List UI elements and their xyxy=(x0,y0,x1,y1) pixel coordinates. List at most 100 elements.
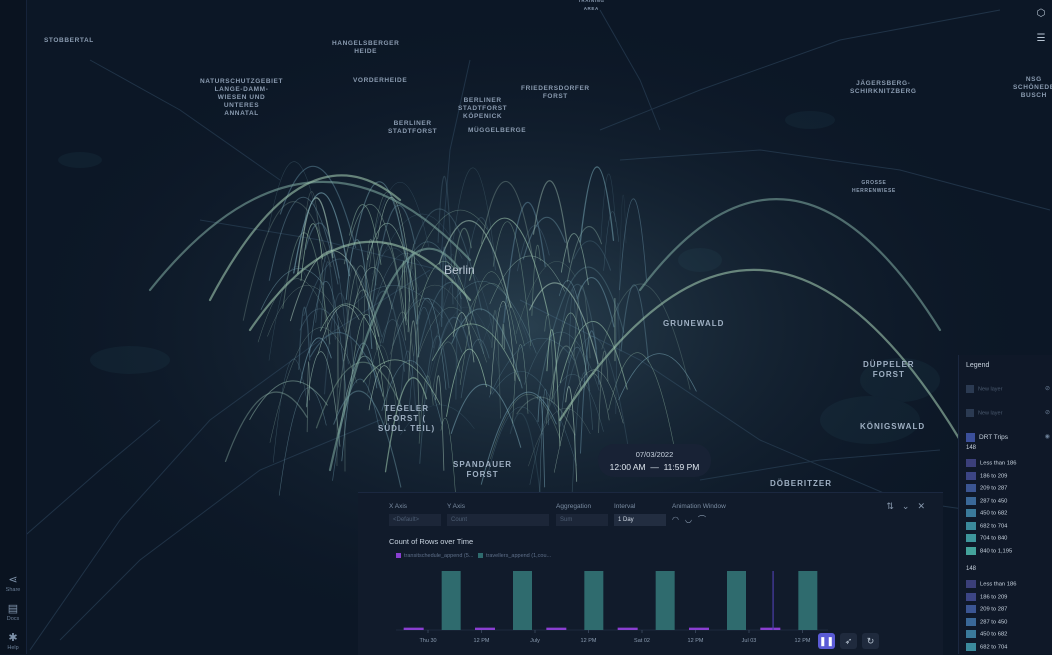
x-tick-label: 12 PM xyxy=(581,638,597,644)
legend-item: 186 to 209 xyxy=(966,472,1007,480)
share-button[interactable]: ⋖ Share xyxy=(2,574,24,593)
legend-hidden-layer-2[interactable]: New layer xyxy=(966,409,1002,417)
help-button[interactable]: ✱ Help xyxy=(2,632,24,651)
left-sidebar: ⋖ Share ▤ Docs ✱ Help xyxy=(0,0,27,654)
layers-panel-icon[interactable]: ☰ xyxy=(1034,33,1048,44)
legend-color-swatch xyxy=(966,497,976,505)
legend-item-label: 287 to 450 xyxy=(980,619,1007,625)
visibility-off-icon[interactable]: ⊘ xyxy=(1045,385,1050,392)
interval-control: Interval 1 Day xyxy=(614,503,666,526)
bar-travellers[interactable] xyxy=(656,571,675,630)
bar-transitschedule[interactable] xyxy=(475,628,495,630)
docs-icon: ▤ xyxy=(2,603,24,615)
x-tick-label: Sat 02 xyxy=(634,638,650,644)
legend-item: Less than 186 xyxy=(966,459,1016,467)
docs-button[interactable]: ▤ Docs xyxy=(2,603,24,622)
pause-button[interactable]: ❚❚ xyxy=(818,633,835,649)
visibility-on-icon[interactable]: ◉ xyxy=(1045,433,1050,440)
legend-hidden-layer-1[interactable]: New layer xyxy=(966,385,1002,393)
bar-travellers[interactable] xyxy=(798,571,817,630)
aggregation-control: Aggregation Sum xyxy=(556,503,608,526)
bar-transitschedule[interactable] xyxy=(404,628,424,630)
legend-color-swatch xyxy=(966,630,976,638)
legend-item: 209 to 287 xyxy=(966,605,1007,613)
map-label-mueggelberge: MÜGGELBERGE xyxy=(468,127,526,135)
map-label-berliner-koepenick: BERLINER STADTFORST KÖPENICK xyxy=(458,97,507,121)
legend-item-label: 682 to 704 xyxy=(980,523,1007,529)
legend-item: 840 to 1,195 xyxy=(966,547,1012,555)
legend-item: 682 to 704 xyxy=(966,522,1007,530)
animation-free-icon[interactable]: ◠ xyxy=(672,515,685,524)
legend-color-swatch xyxy=(966,580,976,588)
legend-item-label: Less than 186 xyxy=(980,461,1016,467)
legend-color-swatch xyxy=(966,472,976,480)
bar-travellers[interactable] xyxy=(513,571,532,630)
x-axis-select[interactable]: <Default> xyxy=(389,514,441,526)
legend-item: 287 to 450 xyxy=(966,497,1007,505)
legend-item: 209 to 287 xyxy=(966,484,1007,492)
legend-color-swatch xyxy=(966,643,976,651)
time-range: 12:00 AM — 11:59 PM xyxy=(598,462,711,472)
layer-icon xyxy=(966,385,974,393)
y-axis-select[interactable]: Count xyxy=(447,514,549,526)
legend-item-label: 682 to 704 xyxy=(980,644,1007,650)
interval-select[interactable]: 1 Day xyxy=(614,514,666,526)
map-label-stobbertal: STOBBERTAL xyxy=(44,37,94,45)
bar-transitschedule[interactable] xyxy=(546,628,566,630)
legend-item-label: 287 to 450 xyxy=(980,498,1007,504)
map-label-training: TRAINING AREA xyxy=(578,0,605,13)
legend-color-swatch xyxy=(966,547,976,555)
map-label-jaegersberg: JÄGERSBERG- SCHIRKNITZBERG xyxy=(850,80,917,96)
time-chart-panel: Thu 3012 PMJuly12 PMSat 0212 PMJul 0312 … xyxy=(358,492,943,655)
x-tick-label: 12 PM xyxy=(795,638,811,644)
x-tick-label: 12 PM xyxy=(474,638,490,644)
bar-travellers[interactable] xyxy=(584,571,603,630)
layer-label: New layer xyxy=(978,386,1002,392)
map-city-label: Berlin xyxy=(444,263,475,277)
map-label-doeberitzer: DÖBERITZER xyxy=(770,479,832,489)
legend-item-label: 186 to 209 xyxy=(980,594,1007,600)
close-icon[interactable]: ✕ xyxy=(917,501,933,511)
help-label: Help xyxy=(2,645,24,651)
animation-incremental-icon[interactable]: ◡ xyxy=(685,515,698,524)
legend-item-label: 840 to 1,195 xyxy=(980,548,1012,554)
bar-transitschedule[interactable] xyxy=(618,628,638,630)
bar-travellers[interactable] xyxy=(442,571,461,630)
sort-icon[interactable]: ⇅ xyxy=(886,501,902,511)
legend-color-swatch xyxy=(966,459,976,467)
bar-travellers[interactable] xyxy=(727,571,746,630)
refresh-icon: ↻ xyxy=(867,636,875,646)
bar-transitschedule[interactable] xyxy=(760,628,780,630)
docs-label: Docs xyxy=(2,616,24,622)
loop-button[interactable]: ↻ xyxy=(862,633,879,649)
rocket-icon: ➶ xyxy=(845,636,853,646)
legend-item: 704 to 840 xyxy=(966,534,1007,542)
share-icon: ⋖ xyxy=(2,574,24,586)
legend-panel: Legend New layer ⊘ New layer ⊘ DRT Trips… xyxy=(958,355,1052,654)
chart-legend: transitschedule_append (5... travellers_… xyxy=(396,553,551,559)
legend-label-series-1: transitschedule_append (5... xyxy=(404,553,473,559)
time-end: 11:59 PM xyxy=(664,462,700,472)
legend-item: 450 to 682 xyxy=(966,509,1007,517)
map-label-grunewald: GRUNEWALD xyxy=(663,319,724,329)
cube-icon[interactable]: ⬡ xyxy=(1034,8,1048,19)
legend-item: 287 to 450 xyxy=(966,618,1007,626)
visibility-off-icon[interactable]: ⊘ xyxy=(1045,409,1050,416)
bar-transitschedule[interactable] xyxy=(689,628,709,630)
aggregation-select[interactable]: Sum xyxy=(556,514,608,526)
help-icon: ✱ xyxy=(2,632,24,644)
animation-interval-icon[interactable]: ⌒ xyxy=(698,515,712,524)
legend-item-label: 704 to 840 xyxy=(980,536,1007,542)
y-axis-control: Y Axis Count xyxy=(447,503,549,526)
legend-color-swatch xyxy=(966,534,976,542)
map-label-hangelsberger: HANGELSBERGER HEIDE xyxy=(332,40,399,56)
x-tick-label: July xyxy=(530,638,540,644)
animation-window-label: Animation Window xyxy=(672,503,742,510)
legend-color-swatch xyxy=(966,618,976,626)
collapse-icon[interactable]: ⌄ xyxy=(902,501,918,511)
map-label-dueppeler: DÜPPELER FORST xyxy=(863,360,915,380)
map-label-grosse: GROSSE HERRENWIESE xyxy=(852,179,896,195)
share-label: Share xyxy=(2,587,24,593)
legend-layer-drt-trips[interactable]: DRT Trips xyxy=(966,433,1008,442)
speed-button[interactable]: ➶ xyxy=(840,633,857,649)
